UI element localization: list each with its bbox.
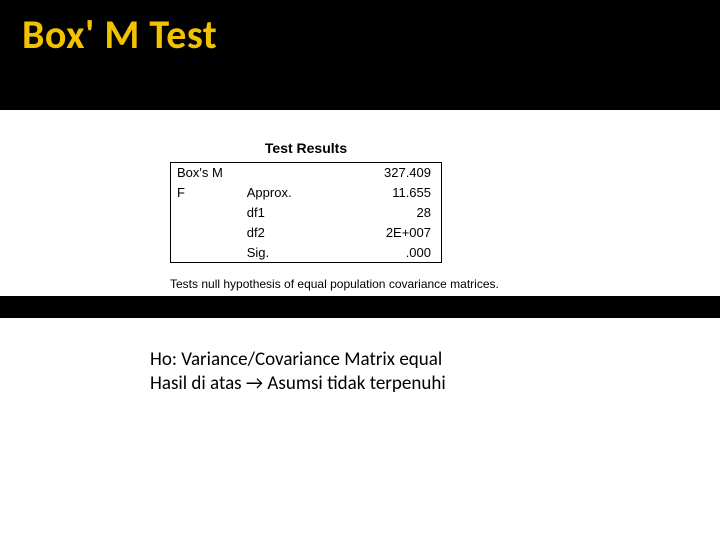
table-row: df1 28 <box>171 203 442 223</box>
cell-value: 11.655 <box>331 183 441 203</box>
table-title: Test Results <box>170 140 442 156</box>
cell-label <box>241 163 331 183</box>
cell-label: F <box>171 183 241 203</box>
cell-label <box>171 223 241 243</box>
results-table: Box's M 327.409 F Approx. 11.655 df1 28 … <box>170 162 442 263</box>
cell-label: Approx. <box>241 183 331 203</box>
content-area: Test Results Box's M 327.409 F Approx. 1… <box>0 110 720 291</box>
table-footnote: Tests null hypothesis of equal populatio… <box>170 277 590 291</box>
cell-label <box>171 203 241 223</box>
table-row: F Approx. 11.655 <box>171 183 442 203</box>
cell-label: df2 <box>241 223 331 243</box>
cell-label: Box's M <box>171 163 241 183</box>
table-row: Box's M 327.409 <box>171 163 442 183</box>
cell-value: 2E+007 <box>331 223 441 243</box>
table-row: Sig. .000 <box>171 243 442 263</box>
cell-value: 327.409 <box>331 163 441 183</box>
note-text: Asumsi tidak terpenuhi <box>263 372 446 395</box>
title-bar: Box' M Test <box>0 0 720 110</box>
table-row: df2 2E+007 <box>171 223 442 243</box>
cell-value: 28 <box>331 203 441 223</box>
cell-label: df1 <box>241 203 331 223</box>
cell-label <box>171 243 241 263</box>
note-line: Ho: Variance/Covariance Matrix equal <box>150 348 446 372</box>
arrow-icon: → <box>246 372 263 396</box>
slide-title: Box' M Test <box>22 10 698 59</box>
black-overlay-bar <box>0 296 720 318</box>
note-line: Hasil di atas → Asumsi tidak terpenuhi <box>150 372 446 396</box>
hypothesis-notes: Ho: Variance/Covariance Matrix equal Has… <box>150 348 446 396</box>
cell-label: Sig. <box>241 243 331 263</box>
cell-value: .000 <box>331 243 441 263</box>
note-text: Hasil di atas <box>150 372 246 395</box>
